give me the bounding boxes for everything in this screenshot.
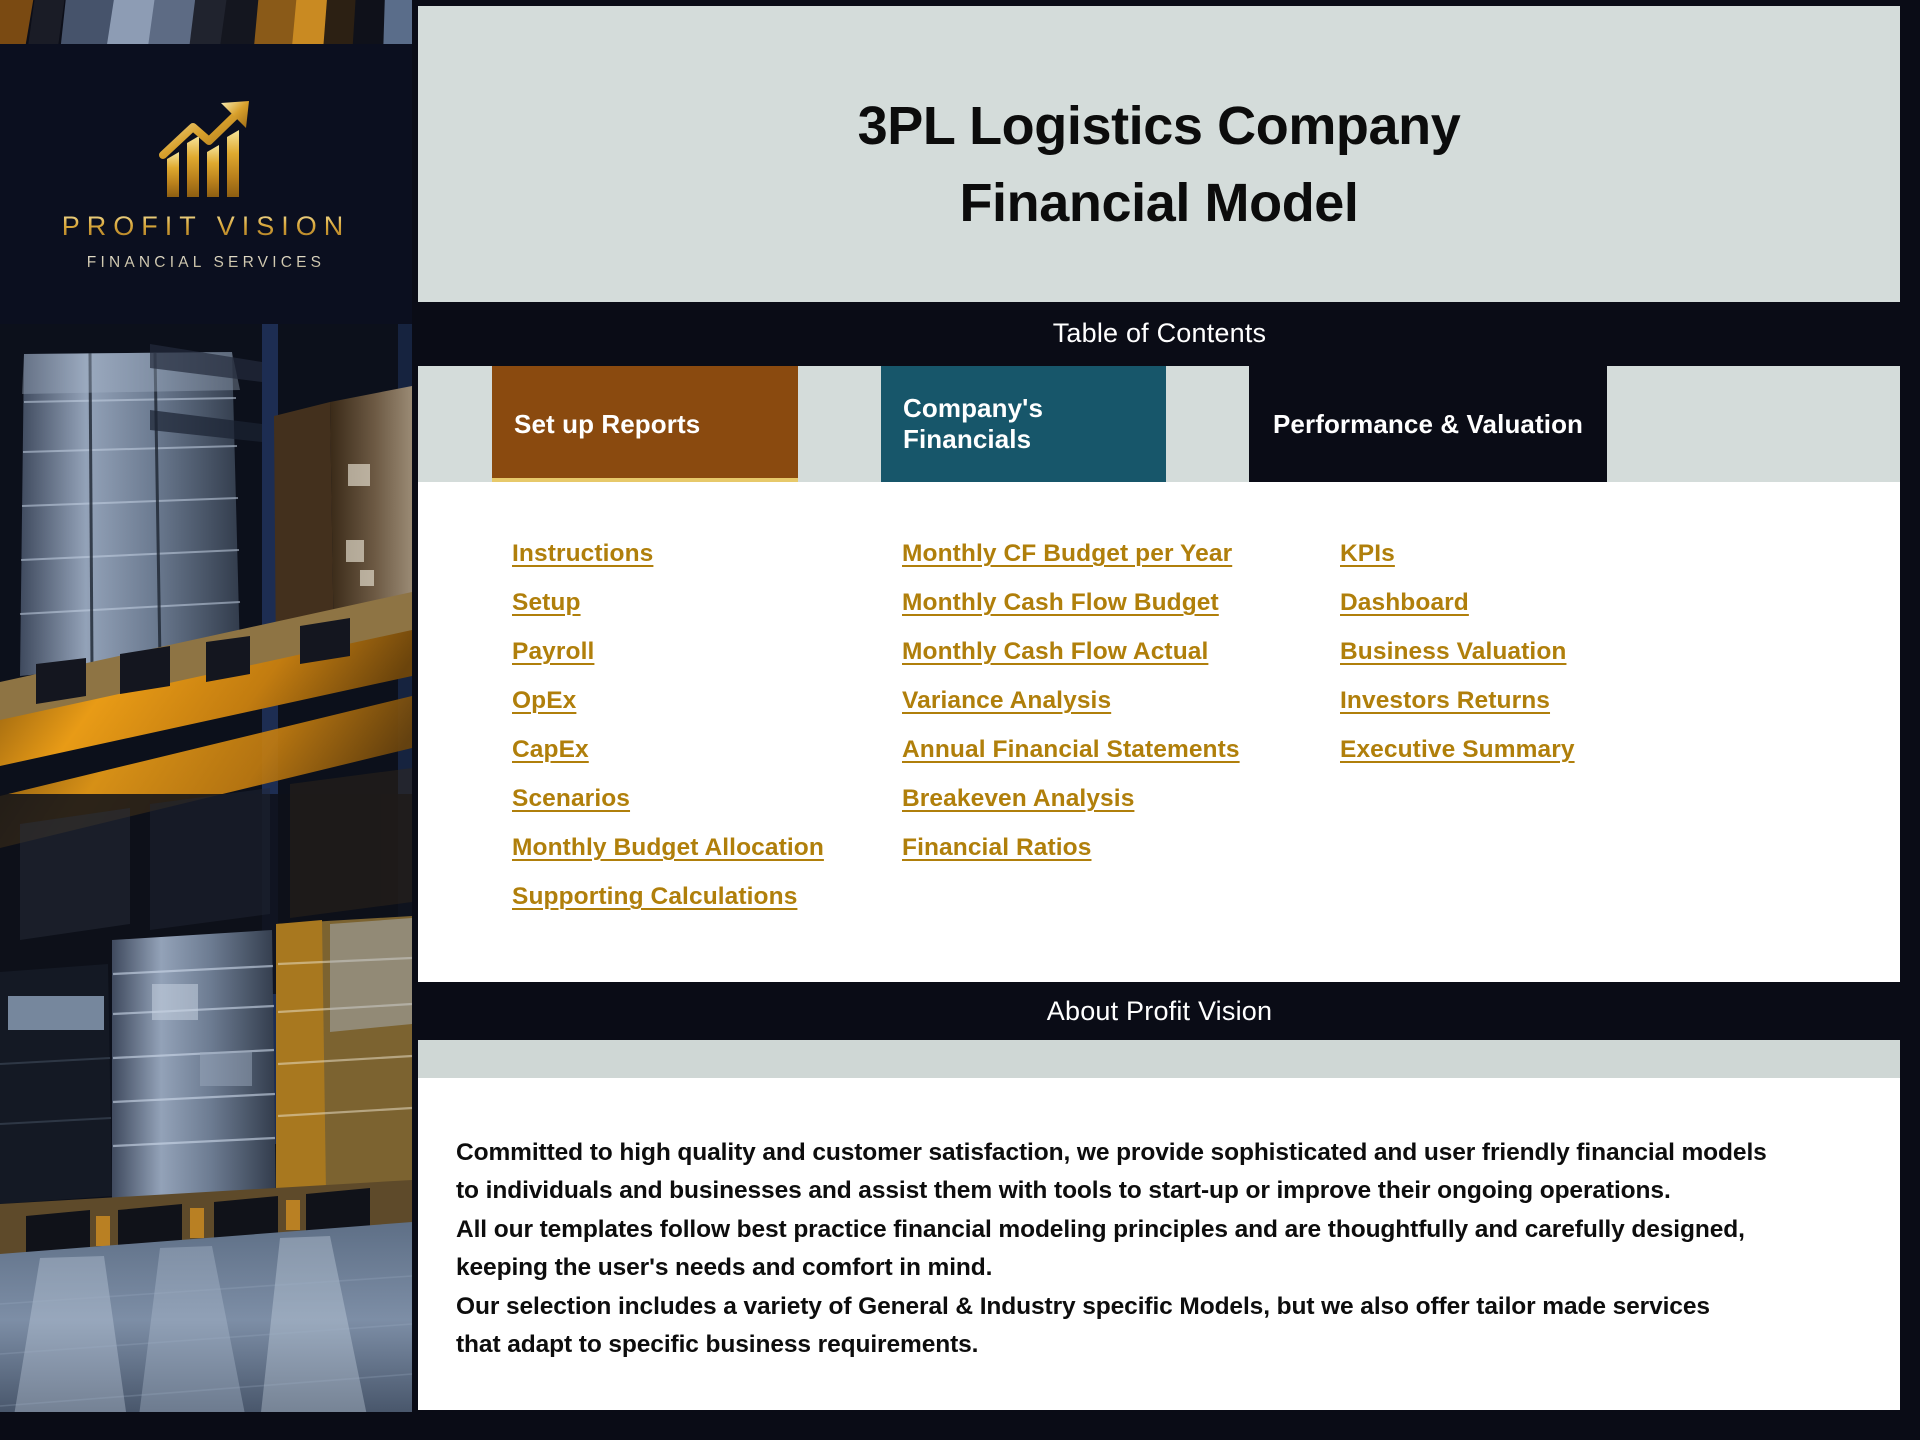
tab-gap-left: [418, 366, 492, 482]
title-card: 3PL Logistics Company Financial Model: [418, 6, 1900, 302]
toc-link-variance-analysis[interactable]: Variance Analysis: [902, 687, 1111, 715]
about-line-3: All our templates follow best practice f…: [456, 1215, 1745, 1243]
toc-link-breakeven-analysis[interactable]: Breakeven Analysis: [902, 785, 1134, 813]
tab-set-up-reports-label: Set up Reports: [514, 408, 701, 439]
tab-gap-right: [1607, 366, 1900, 482]
footer-band: [0, 1412, 1920, 1440]
toc-link-financial-ratios[interactable]: Financial Ratios: [902, 834, 1091, 862]
warehouse-photo: [0, 324, 412, 1440]
right-edge-rail: [1904, 0, 1920, 1440]
toc-link-executive-summary[interactable]: Executive Summary: [1340, 736, 1575, 764]
table-of-contents-band: Table of Contents: [415, 302, 1904, 364]
table-of-contents-label: Table of Contents: [1052, 317, 1267, 348]
about-line-4: keeping the user's needs and comfort in …: [456, 1254, 993, 1282]
page-title-line-1: 3PL Logistics Company: [857, 96, 1461, 157]
warehouse-photo-top-sliver: [0, 0, 412, 44]
about-spacer: [418, 1040, 1900, 1078]
toc-link-business-valuation[interactable]: Business Valuation: [1340, 638, 1566, 666]
about-line-5: Our selection includes a variety of Gene…: [456, 1292, 1710, 1320]
tab-performance-and-valuation-label: Performance & Valuation: [1272, 408, 1584, 439]
about-line-6: that adapt to specific business requirem…: [456, 1331, 979, 1359]
toc-link-setup[interactable]: Setup: [512, 589, 581, 617]
slide-root: PROFIT VISION FINANCIAL SERVICES 3PL Log…: [0, 0, 1920, 1440]
toc-link-annual-financial-statements[interactable]: Annual Financial Statements: [902, 736, 1240, 764]
about-line-2: to individuals and businesses and assist…: [456, 1177, 1671, 1205]
page-title-line-2: Financial Model: [959, 173, 1359, 233]
tab-companys-financials[interactable]: Company's Financials: [881, 366, 1166, 482]
toc-link-monthly-cash-flow-budget[interactable]: Monthly Cash Flow Budget: [902, 589, 1219, 617]
about-profit-vision-label: About Profit Vision: [1046, 995, 1273, 1026]
category-tabs: Set up Reports Company's Financials Perf…: [418, 366, 1900, 482]
tab-companys-financials-label: Company's Financials: [903, 393, 1044, 454]
brand-logo-block: PROFIT VISION FINANCIAL SERVICES: [0, 44, 412, 324]
toc-link-scenarios[interactable]: Scenarios: [512, 785, 630, 813]
toc-link-dashboard[interactable]: Dashboard: [1340, 589, 1469, 617]
tab-performance-and-valuation[interactable]: Performance & Valuation: [1249, 366, 1607, 482]
tab-gap-1: [798, 366, 881, 482]
toc-column-set-up-reports: Instructions Setup Payroll OpEx CapEx Sc…: [418, 540, 890, 982]
toc-link-investors-returns[interactable]: Investors Returns: [1340, 687, 1550, 715]
about-profit-vision-band: About Profit Vision: [415, 982, 1904, 1040]
left-image-panel: PROFIT VISION FINANCIAL SERVICES: [0, 0, 412, 1440]
toc-link-supporting-calculations[interactable]: Supporting Calculations: [512, 883, 797, 911]
toc-link-opex[interactable]: OpEx: [512, 687, 576, 715]
toc-link-monthly-cash-flow-actual[interactable]: Monthly Cash Flow Actual: [902, 638, 1208, 666]
toc-link-payroll[interactable]: Payroll: [512, 638, 594, 666]
toc-link-monthly-cf-budget-per-year[interactable]: Monthly CF Budget per Year: [902, 540, 1232, 568]
toc-link-kpis[interactable]: KPIs: [1340, 540, 1395, 568]
about-text-panel: Committed to high quality and customer s…: [418, 1078, 1900, 1410]
growth-chart-arrow-icon: [159, 100, 249, 197]
tab-gap-2: [1166, 366, 1249, 482]
toc-link-monthly-budget-allocation[interactable]: Monthly Budget Allocation: [512, 834, 824, 862]
warehouse-sliver-graphic: [0, 0, 412, 44]
brand-tagline: FINANCIAL SERVICES: [86, 253, 326, 271]
toc-link-instructions[interactable]: Instructions: [512, 540, 653, 568]
content-area: 3PL Logistics Company Financial Model Ta…: [415, 0, 1904, 1440]
brand-name: PROFIT VISION: [61, 210, 351, 241]
tab-set-up-reports[interactable]: Set up Reports: [492, 366, 798, 482]
toc-column-companys-financials: Monthly CF Budget per Year Monthly Cash …: [890, 540, 1340, 982]
toc-links-panel: Instructions Setup Payroll OpEx CapEx Sc…: [418, 482, 1900, 982]
toc-link-capex[interactable]: CapEx: [512, 736, 589, 764]
toc-column-performance-and-valuation: KPIs Dashboard Business Valuation Invest…: [1340, 540, 1800, 982]
warehouse-photo-graphic: [0, 324, 412, 1440]
about-line-1: Committed to high quality and customer s…: [456, 1139, 1767, 1166]
